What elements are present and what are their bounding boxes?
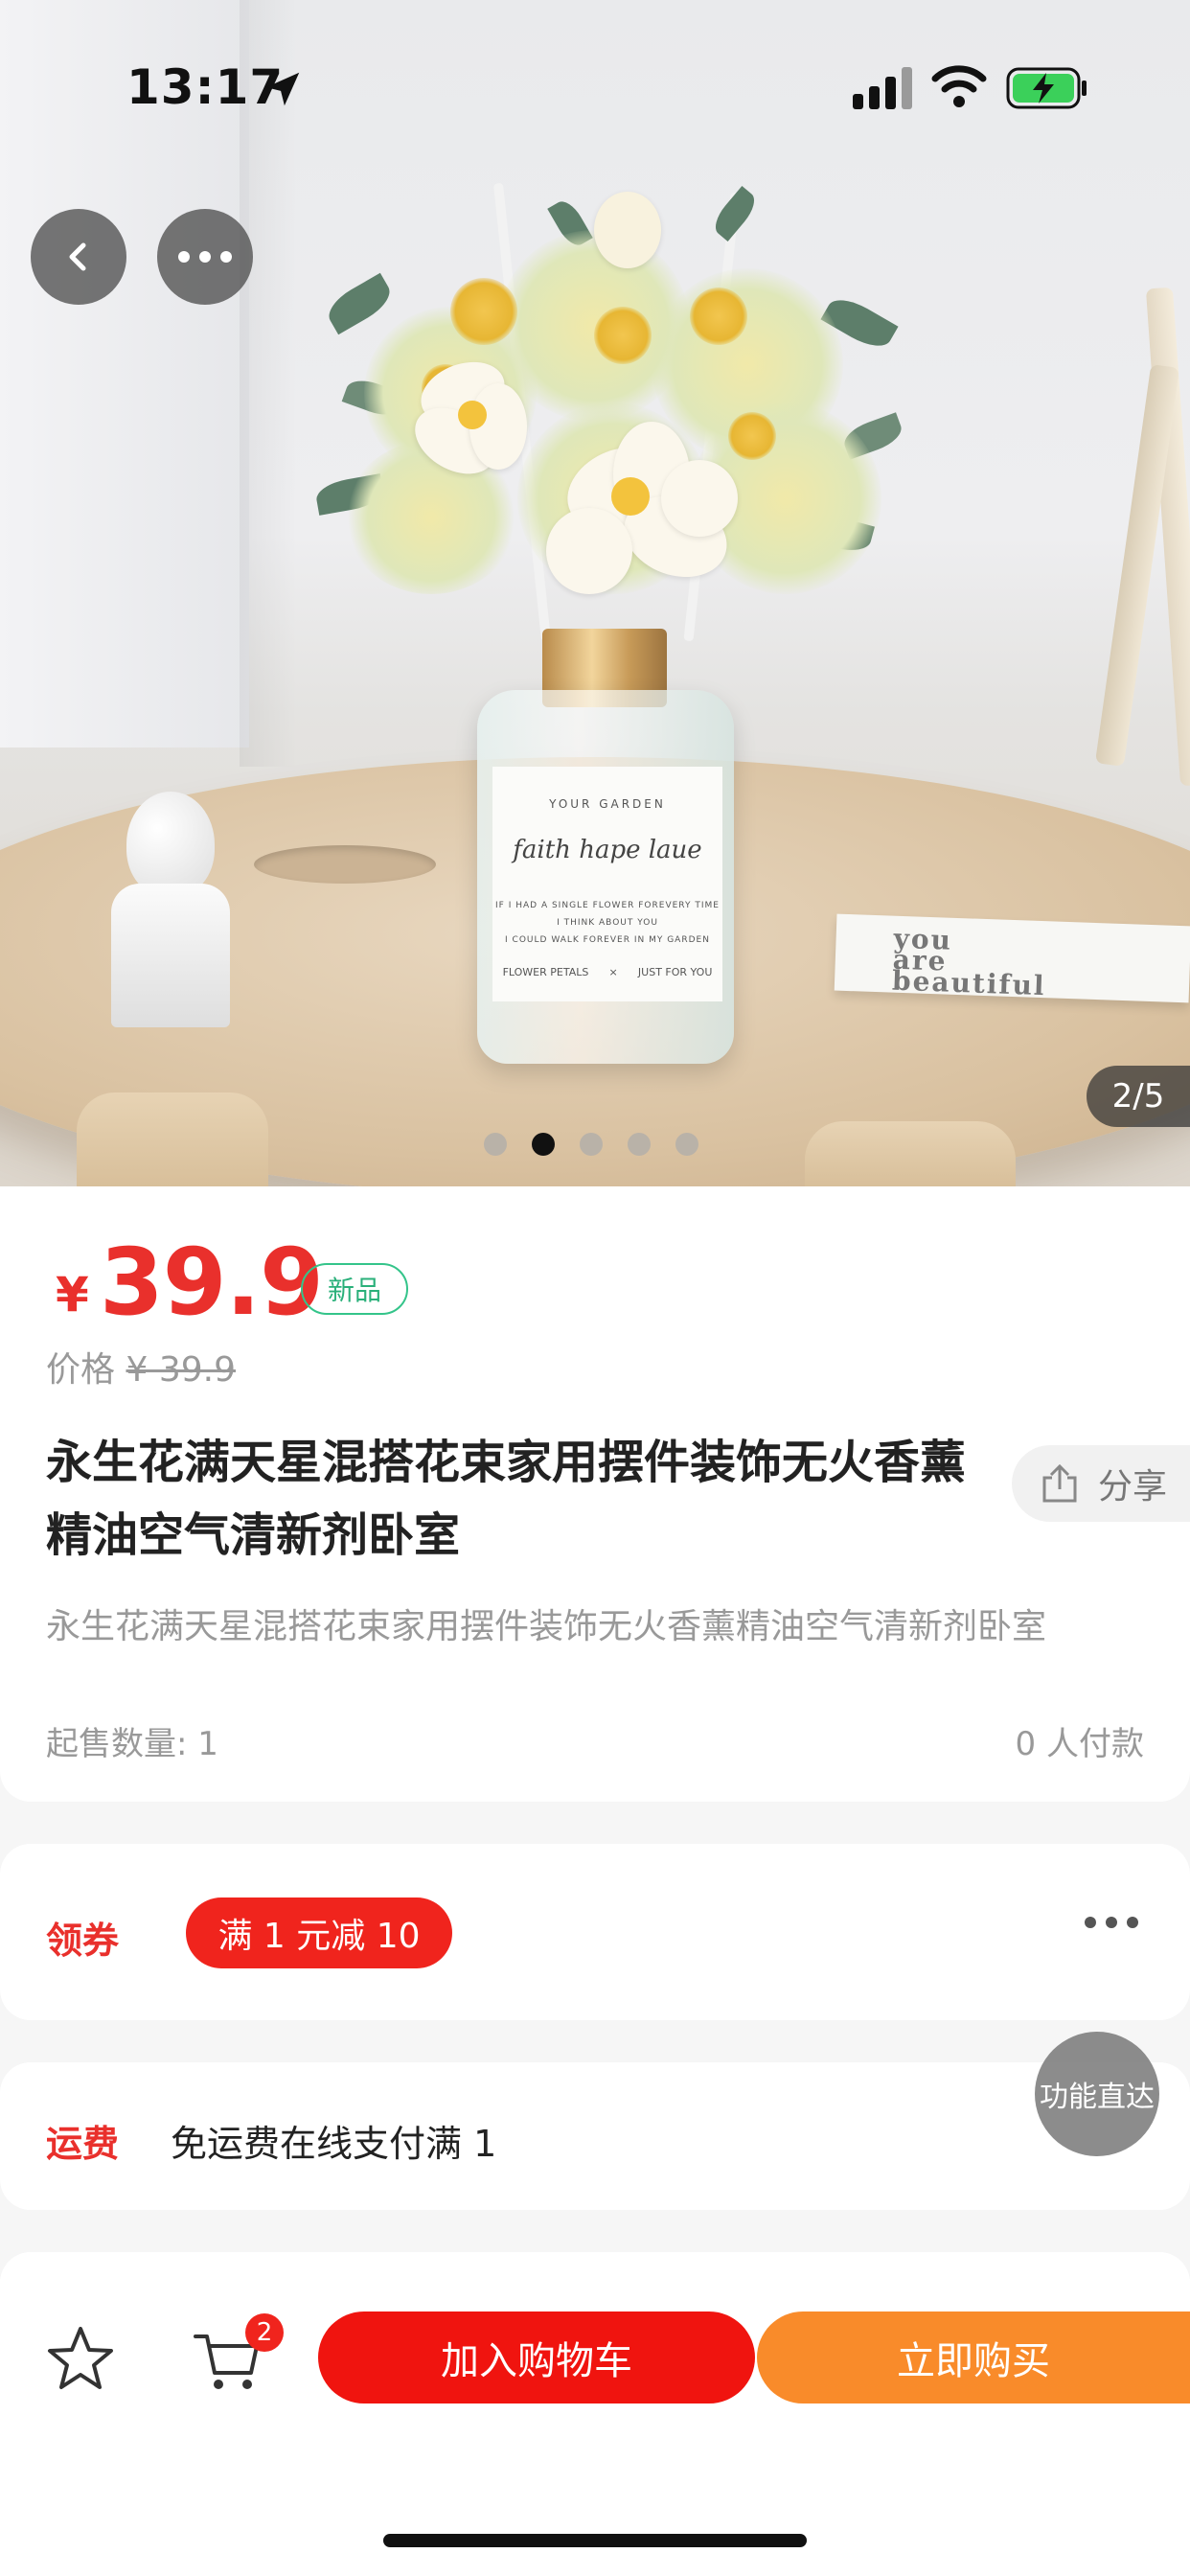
quick-access-button[interactable]: 功能直达 bbox=[1035, 2032, 1159, 2156]
paid-count: 0 人付款 bbox=[1015, 1725, 1144, 1763]
carousel-dot[interactable] bbox=[628, 1133, 651, 1156]
share-label: 分享 bbox=[1098, 1467, 1168, 1506]
cart-count-badge: 2 bbox=[245, 2313, 284, 2352]
signal-icon bbox=[853, 67, 912, 109]
carousel-dot[interactable] bbox=[484, 1133, 507, 1156]
product-price: 39.9 bbox=[100, 1229, 324, 1336]
new-badge: 新品 bbox=[301, 1263, 408, 1315]
back-button[interactable] bbox=[31, 209, 126, 305]
photo-table-hole bbox=[254, 845, 436, 884]
shipping-text: 免运费在线支付满 1 bbox=[171, 2123, 497, 2165]
coupon-chip[interactable]: 满 1 元减 10 bbox=[186, 1898, 452, 1968]
share-button[interactable]: 分享 bbox=[1012, 1445, 1190, 1522]
add-to-cart-button[interactable]: 加入购物车 bbox=[318, 2312, 755, 2404]
photo-bouquet bbox=[307, 172, 929, 671]
photo-bottle-label: YOUR GARDEN faith hape laue IF I HAD A S… bbox=[492, 767, 722, 1001]
carousel-dots[interactable] bbox=[484, 1133, 698, 1156]
more-options-button[interactable] bbox=[157, 209, 253, 305]
original-price: 价格 ¥ 39.9 bbox=[46, 1350, 236, 1390]
coupon-label: 领券 bbox=[46, 1920, 120, 1962]
photo-shadow bbox=[240, 0, 297, 767]
image-counter: 2/5 bbox=[1087, 1066, 1190, 1127]
location-arrow-icon bbox=[265, 72, 300, 106]
carousel-dot[interactable] bbox=[580, 1133, 603, 1156]
photo-table-leg bbox=[805, 1121, 1016, 1186]
home-indicator[interactable] bbox=[383, 2534, 807, 2547]
buy-now-button[interactable]: 立即购买 bbox=[757, 2312, 1190, 2404]
photo-bust bbox=[107, 792, 232, 1027]
min-order-qty: 起售数量: 1 bbox=[46, 1725, 218, 1763]
battery-charging-icon bbox=[1006, 67, 1087, 109]
carousel-dot-active[interactable] bbox=[532, 1133, 555, 1156]
share-icon bbox=[1042, 1463, 1077, 1503]
carousel-dot[interactable] bbox=[675, 1133, 698, 1156]
photo-table-leg bbox=[77, 1092, 268, 1186]
more-dots-icon bbox=[178, 251, 232, 263]
favorite-star-icon[interactable] bbox=[42, 2321, 119, 2398]
photo-card: you are beautiful bbox=[834, 913, 1190, 1003]
currency-symbol: ¥ bbox=[56, 1267, 89, 1322]
wifi-icon bbox=[931, 65, 987, 107]
product-title: 永生花满天星混搭花束家用摆件装饰无火香薰精油空气清新剂卧室 bbox=[46, 1436, 967, 1562]
product-subtitle: 永生花满天星混搭花束家用摆件装饰无火香薰精油空气清新剂卧室 bbox=[46, 1607, 1047, 1646]
coupon-row[interactable] bbox=[0, 1844, 1190, 2020]
coupon-more-icon[interactable] bbox=[1085, 1917, 1138, 1928]
chevron-left-icon bbox=[69, 242, 86, 271]
shipping-label: 运费 bbox=[46, 2123, 120, 2165]
product-image-carousel[interactable]: you are beautiful YOUR GARDEN faith hape… bbox=[0, 0, 1190, 1186]
